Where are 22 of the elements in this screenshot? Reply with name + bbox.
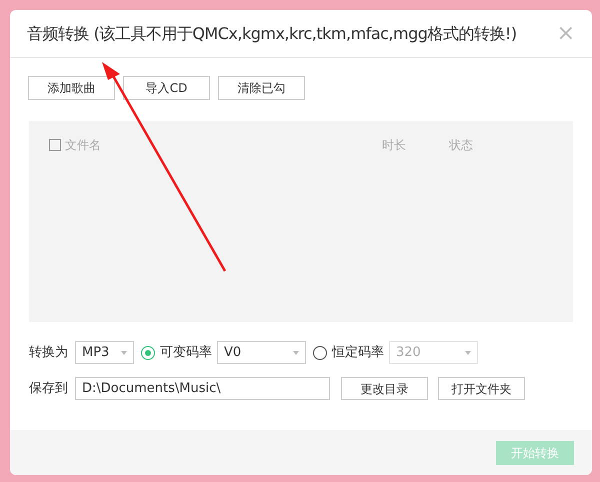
format-label: 转换为 [29, 344, 68, 362]
radio-button[interactable] [313, 346, 327, 360]
save-label: 保存到 [29, 380, 68, 398]
toolbar-button[interactable]: 添加歌曲 [28, 76, 115, 100]
radio-label: 恒定码率 [332, 344, 384, 362]
radio-button[interactable] [141, 346, 155, 360]
toolbar-button[interactable]: 导入CD [123, 76, 210, 100]
dialog-title: 音频转换 (该工具不用于QMCx,kgmx,krc,tkm,mfac,mgg格式的转换!) [27, 22, 517, 44]
caret-icon [465, 350, 471, 354]
column-header: 时长 [382, 137, 407, 154]
column-header: 状态 [449, 137, 473, 154]
caret-icon [121, 350, 127, 354]
folder-button[interactable]: 更改目录 [341, 377, 428, 400]
toolbar-button[interactable]: 清除已勾 [218, 76, 305, 100]
dropdown[interactable]: V0 [217, 341, 306, 364]
radio-label: 可变码率 [160, 344, 212, 362]
path-field[interactable]: D:\Documents\Music\ [75, 377, 330, 400]
caret-icon [293, 350, 299, 354]
folder-button[interactable]: 打开文件夹 [438, 377, 525, 400]
dropdown[interactable]: MP3 [75, 341, 134, 364]
column-header: 文件名 [65, 137, 101, 154]
checkbox[interactable] [49, 139, 61, 151]
